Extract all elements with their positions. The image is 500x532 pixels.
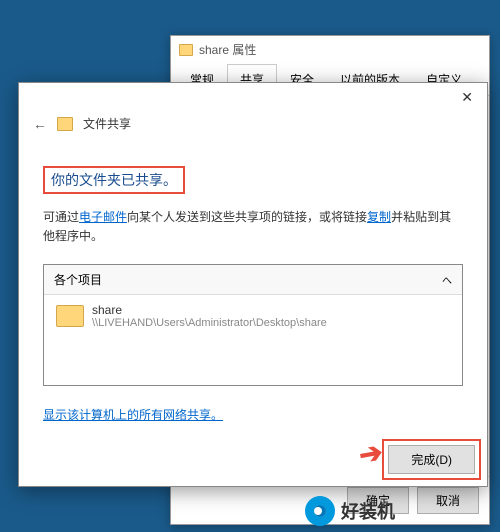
folder-share-icon — [57, 117, 73, 131]
shared-heading: 你的文件夹已共享。 — [51, 172, 177, 188]
folder-icon — [56, 305, 84, 327]
file-sharing-dialog: ✕ ← 文件共享 你的文件夹已共享。 可通过电子邮件向某个人发送到这些共享项的链… — [18, 82, 488, 487]
share-header-text: 文件共享 — [83, 115, 131, 132]
instruction-mid: 向某个人发送到这些共享项的链接，或将链接 — [127, 210, 367, 224]
back-arrow-icon[interactable]: ← — [33, 116, 47, 132]
show-all-shares-link[interactable]: 显示该计算机上的所有网络共享。 — [43, 408, 223, 422]
item-name: share — [92, 303, 327, 317]
share-header: ← 文件共享 — [19, 111, 487, 142]
watermark: 好装机 — [305, 496, 395, 526]
watermark-text: 好装机 — [341, 498, 395, 524]
folder-icon — [179, 44, 193, 56]
done-row: 完成(D) — [388, 445, 475, 474]
item-text: share \\LIVEHAND\Users\Administrator\Des… — [92, 303, 327, 329]
done-button[interactable]: 完成(D) — [388, 445, 475, 474]
list-item[interactable]: share \\LIVEHAND\Users\Administrator\Des… — [56, 303, 450, 329]
items-list: share \\LIVEHAND\Users\Administrator\Des… — [44, 295, 462, 385]
watermark-icon — [305, 496, 335, 526]
items-header-label: 各个项目 — [54, 271, 102, 288]
cancel-button[interactable]: 取消 — [417, 487, 479, 514]
share-content: 你的文件夹已共享。 可通过电子邮件向某个人发送到这些共享项的链接，或将链接复制并… — [19, 142, 487, 433]
close-icon[interactable]: ✕ — [455, 87, 479, 108]
email-link[interactable]: 电子邮件 — [79, 210, 127, 224]
properties-title-text: share 属性 — [199, 36, 256, 64]
shared-heading-highlight: 你的文件夹已共享。 — [43, 166, 185, 194]
chevron-up-icon: へ — [442, 272, 452, 287]
properties-titlebar: share 属性 — [171, 36, 489, 64]
shared-items-box: 各个项目 へ share \\LIVEHAND\Users\Administra… — [43, 264, 463, 386]
instruction-prefix: 可通过 — [43, 210, 79, 224]
copy-link[interactable]: 复制 — [367, 210, 391, 224]
items-header[interactable]: 各个项目 へ — [44, 265, 462, 295]
annotation-arrow-icon: ➔ — [356, 435, 385, 472]
share-titlebar: ✕ — [19, 83, 487, 111]
item-path: \\LIVEHAND\Users\Administrator\Desktop\s… — [92, 317, 327, 329]
instruction-text: 可通过电子邮件向某个人发送到这些共享项的链接，或将链接复制并粘贴到其他程序中。 — [43, 208, 463, 246]
